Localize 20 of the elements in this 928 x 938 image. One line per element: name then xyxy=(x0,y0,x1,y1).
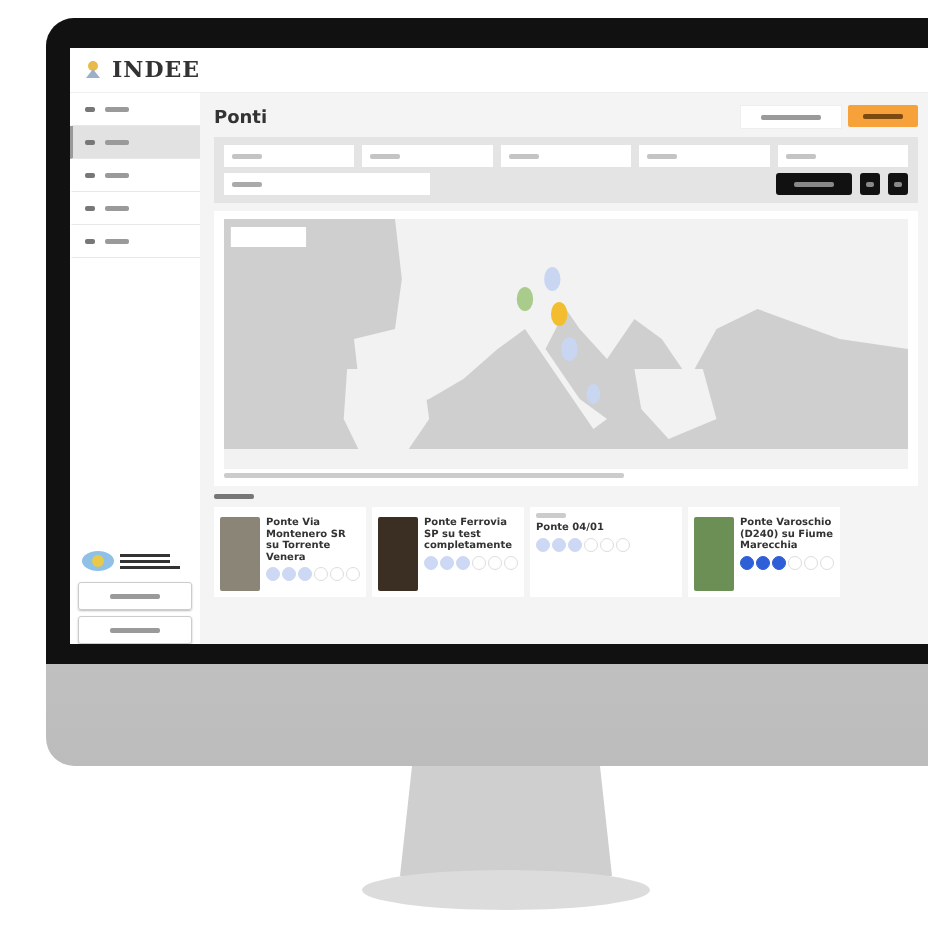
outline-button[interactable] xyxy=(740,105,842,129)
sidebar-button[interactable] xyxy=(78,616,192,644)
app-logo: INDEE xyxy=(112,57,200,83)
filter-field[interactable] xyxy=(224,145,355,167)
filter-button[interactable] xyxy=(776,173,852,195)
photo-placeholder xyxy=(378,517,418,591)
filter-select[interactable] xyxy=(224,173,430,195)
reset-button[interactable] xyxy=(888,173,908,195)
filter-field[interactable] xyxy=(639,145,770,167)
filter-field[interactable] xyxy=(500,145,632,167)
photo-placeholder xyxy=(220,517,260,591)
logo-icon xyxy=(84,60,102,80)
filter-field[interactable] xyxy=(777,145,909,167)
add-button[interactable] xyxy=(848,105,918,127)
page-title: Ponti xyxy=(214,106,268,128)
sidebar-button[interactable] xyxy=(78,582,192,610)
sidebar-item[interactable] xyxy=(70,126,200,159)
filter-field[interactable] xyxy=(362,145,493,167)
photo-placeholder xyxy=(694,517,734,591)
search-button[interactable] xyxy=(860,173,880,195)
